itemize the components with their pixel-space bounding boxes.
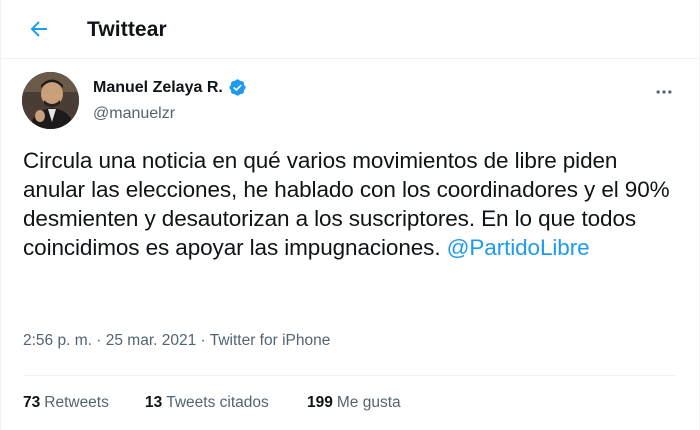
- page-header: Twittear: [1, 0, 699, 59]
- tweet-text: Circula una noticia en qué varios movimi…: [23, 146, 683, 262]
- avatar[interactable]: [22, 72, 79, 129]
- meta-separator: ·: [96, 332, 102, 349]
- likes-count: 199: [307, 394, 333, 411]
- avatar-image: [22, 72, 79, 129]
- more-horizontal-icon: [656, 90, 672, 94]
- tweet-author: Manuel Zelaya R. @manuelzr: [1, 59, 699, 141]
- tweet-source[interactable]: Twitter for iPhone: [210, 332, 331, 349]
- author-name[interactable]: Manuel Zelaya R.: [93, 79, 223, 97]
- author-handle[interactable]: @manuelzr: [93, 105, 175, 123]
- more-options-button[interactable]: [649, 77, 679, 107]
- verified-badge-icon: [229, 79, 246, 96]
- likes-label: Me gusta: [336, 394, 401, 411]
- retweets-count: 73: [23, 394, 41, 411]
- quote-tweets-label: Tweets citados: [166, 394, 269, 411]
- retweets-stat[interactable]: 73 Retweets: [23, 394, 145, 412]
- divider: [23, 375, 677, 376]
- meta-separator: ·: [200, 332, 206, 349]
- quote-tweets-count: 13: [145, 394, 163, 411]
- page-title: Twittear: [87, 18, 167, 41]
- author-name-row: Manuel Zelaya R.: [93, 78, 247, 97]
- back-button[interactable]: [19, 11, 59, 47]
- tweet-page: Twittear Manuel Zelaya R. @manuelzr Circ…: [0, 0, 700, 430]
- tweet-time[interactable]: 2:56 p. m.: [23, 332, 92, 349]
- retweets-label: Retweets: [44, 394, 109, 411]
- tweet-stats: 73 Retweets 13 Tweets citados 199 Me gus…: [23, 394, 401, 412]
- quote-tweets-stat[interactable]: 13 Tweets citados: [145, 394, 307, 412]
- tweet-date[interactable]: 25 mar. 2021: [106, 332, 196, 349]
- arrow-left-icon: [30, 21, 47, 37]
- mention-link[interactable]: @PartidoLibre: [447, 235, 590, 260]
- tweet-meta: 2:56 p. m. · 25 mar. 2021 · Twitter for …: [23, 332, 330, 350]
- likes-stat[interactable]: 199 Me gusta: [307, 394, 401, 412]
